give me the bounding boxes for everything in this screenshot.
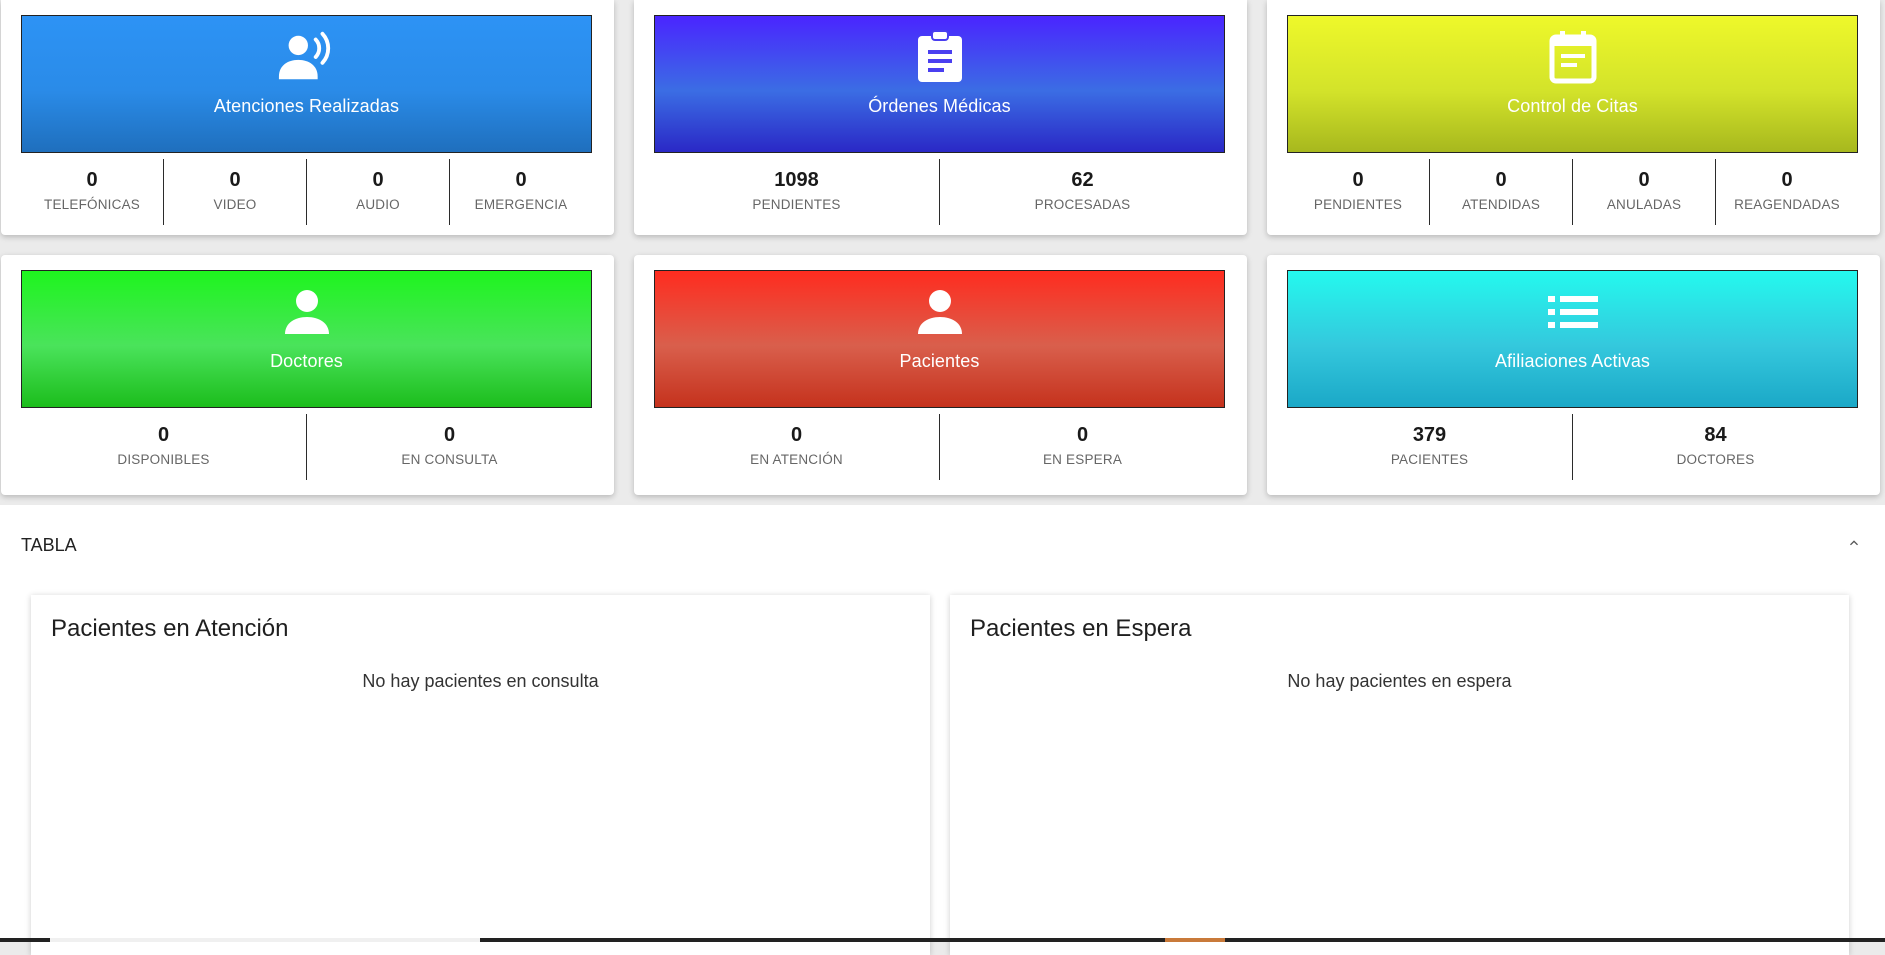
stat-label: DISPONIBLES [117,452,210,467]
card-banner[interactable]: Afiliaciones Activas [1287,270,1858,408]
stat-value: 0 [790,424,803,446]
stat-pacientes: 379 PACIENTES [1287,414,1572,480]
stat-label: VIDEO [213,197,257,212]
stat-atendidas: 0 ATENDIDAS [1429,159,1572,225]
taskbar-segment [50,938,480,942]
card-banner[interactable]: Control de Citas [1287,15,1858,153]
stat-value: 62 [1071,169,1094,191]
stat-doctores: 84 DOCTORES [1572,414,1858,480]
card-stats: 0 EN ATENCIÓN 0 EN ESPERA [654,414,1225,480]
chevron-up-icon[interactable] [1846,535,1862,551]
stat-label: EN CONSULTA [401,452,498,467]
card-atenciones-realizadas: Atenciones Realizadas 0 TELEFÓNICAS 0 VIDEO 0… [1,0,614,235]
panel-title: Pacientes en Espera [970,615,1192,642]
stat-anuladas: 0 ANULADAS [1572,159,1715,225]
stat-value: 1098 [774,169,819,191]
card-doctores: Doctores 0 DISPONIBLES 0 EN CONSULTA [1,255,614,495]
stat-label: PROCESADAS [1034,197,1131,212]
stat-label: PENDIENTES [752,197,841,212]
card-stats: 0 TELEFÓNICAS 0 VIDEO 0 AUDIO 0 EMERGENCIA [21,159,592,225]
stat-label: REAGENDADAS [1734,197,1840,212]
stat-pendientes: 0 PENDIENTES [1287,159,1429,225]
card-title: Pacientes [899,351,980,371]
card-ordenes-medicas: Órdenes Médicas 1098 PENDIENTES 62 PROCESADA… [634,0,1247,235]
stat-label: DOCTORES [1676,452,1755,467]
card-banner[interactable]: Atenciones Realizadas [21,15,592,153]
stat-telefonicas: 0 TELEFÓNICAS [21,159,163,225]
stat-audio: 0 AUDIO [306,159,449,225]
card-stats: 1098 PENDIENTES 62 PROCESADAS [654,159,1225,225]
stat-en-espera: 0 EN ESPERA [939,414,1225,480]
clipboard-icon [910,30,970,84]
stat-value: 0 [1495,169,1507,191]
panel-pacientes-en-espera: Pacientes en Espera No hay pacientes en … [950,595,1849,955]
stat-value: 0 [372,169,384,191]
stat-disponibles: 0 DISPONIBLES [21,414,306,480]
list-icon [1543,285,1603,339]
stat-label: PACIENTES [1390,452,1469,467]
card-control-de-citas: Control de Citas 0 PENDIENTES 0 ATENDIDAS 0 AN… [1267,0,1880,235]
stat-pendientes: 1098 PENDIENTES [654,159,939,225]
empty-message: No hay pacientes en espera [1287,671,1512,691]
card-title: Atenciones Realizadas [213,96,400,116]
stat-value: 0 [443,424,456,446]
card-banner[interactable]: Pacientes [654,270,1225,408]
card-stats: 0 DISPONIBLES 0 EN CONSULTA [21,414,592,480]
stat-label: AUDIO [356,197,400,212]
stat-reagendadas: 0 REAGENDADAS [1715,159,1858,225]
stat-value: 0 [1638,169,1650,191]
stat-emergencia: 0 EMERGENCIA [449,159,592,225]
stat-en-atencion: 0 EN ATENCIÓN [654,414,939,480]
stat-label: EN ATENCIÓN [750,452,843,467]
card-stats: 0 PENDIENTES 0 ATENDIDAS 0 ANULADAS 0 REAGENDAD… [1287,159,1858,225]
tabla-section: TABLA Pacientes en Atención No hay pacie… [0,505,1885,955]
tabla-heading: TABLA [21,535,77,555]
card-title: Afiliaciones Activas [1494,351,1651,371]
panel-pacientes-en-atencion: Pacientes en Atención No hay pacientes e… [31,595,930,955]
stat-label: PENDIENTES [1313,197,1403,212]
stat-value: 0 [229,169,241,191]
stat-value: 0 [1781,169,1793,191]
person-icon [277,285,337,339]
stat-label: ATENDIDAS [1461,197,1541,212]
stat-label: EMERGENCIA [474,197,568,212]
taskbar-segment [1165,938,1225,942]
stat-label: ANULADAS [1606,197,1682,212]
card-pacientes: Pacientes 0 EN ATENCIÓN 0 EN ESPERA [634,255,1247,495]
stat-procesadas: 62 PROCESADAS [939,159,1225,225]
stat-value: 0 [1076,424,1089,446]
stat-video: 0 VIDEO [163,159,306,225]
person-icon [910,285,970,339]
card-title: Doctores [270,351,343,371]
card-title: Control de Citas [1507,96,1638,116]
card-afiliaciones-activas: Afiliaciones Activas 379 PACIENTES 84 DOCTOR… [1267,255,1880,495]
stat-value: 0 [86,169,98,191]
panel-title: Pacientes en Atención [51,615,289,642]
empty-message: No hay pacientes en consulta [362,671,599,691]
stat-en-consulta: 0 EN CONSULTA [306,414,592,480]
card-stats: 379 PACIENTES 84 DOCTORES [1287,414,1858,480]
stat-value: 0 [157,424,170,446]
call-agent-icon [277,30,337,84]
dashboard-cards: Atenciones Realizadas 0 TELEFÓNICAS 0 VIDEO 0… [0,0,1885,505]
stat-label: EN ESPERA [1042,452,1123,467]
stat-value: 0 [1352,169,1364,191]
calendar-icon [1543,30,1603,84]
stat-value: 379 [1412,424,1447,446]
card-banner[interactable]: Doctores [21,270,592,408]
stat-value: 84 [1704,424,1727,446]
card-title: Órdenes Médicas [868,96,1011,116]
stat-label: TELEFÓNICAS [44,197,140,212]
taskbar-strip [0,938,1885,942]
stat-value: 0 [515,169,527,191]
card-banner[interactable]: Órdenes Médicas [654,15,1225,153]
